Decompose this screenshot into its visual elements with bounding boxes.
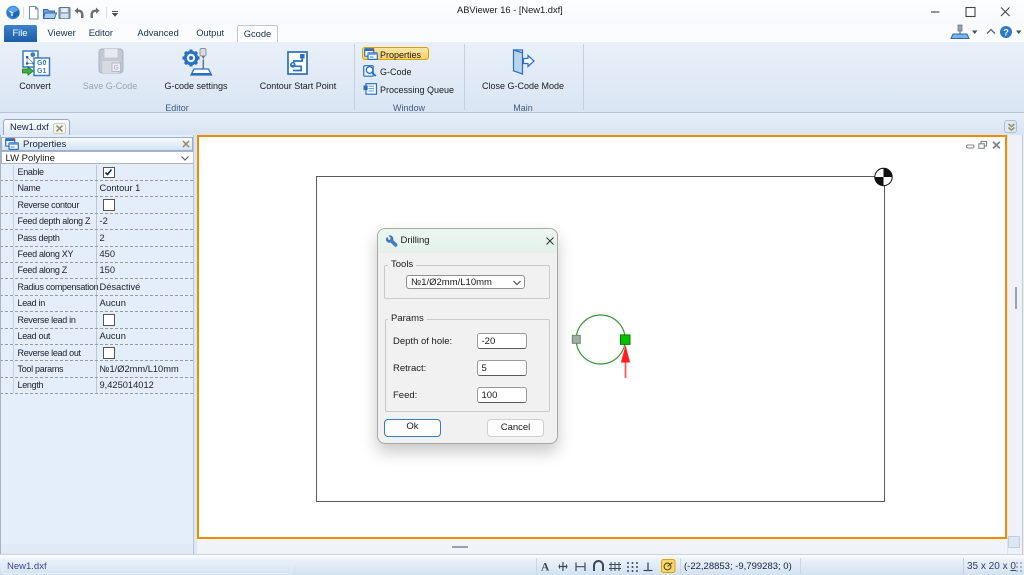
svg-text:G0: G0 — [37, 60, 46, 67]
svg-text:G1: G1 — [37, 67, 46, 74]
svg-text:G: G — [114, 64, 119, 71]
svg-text:?: ? — [1003, 28, 1009, 39]
svg-text:A: A — [541, 562, 550, 574]
